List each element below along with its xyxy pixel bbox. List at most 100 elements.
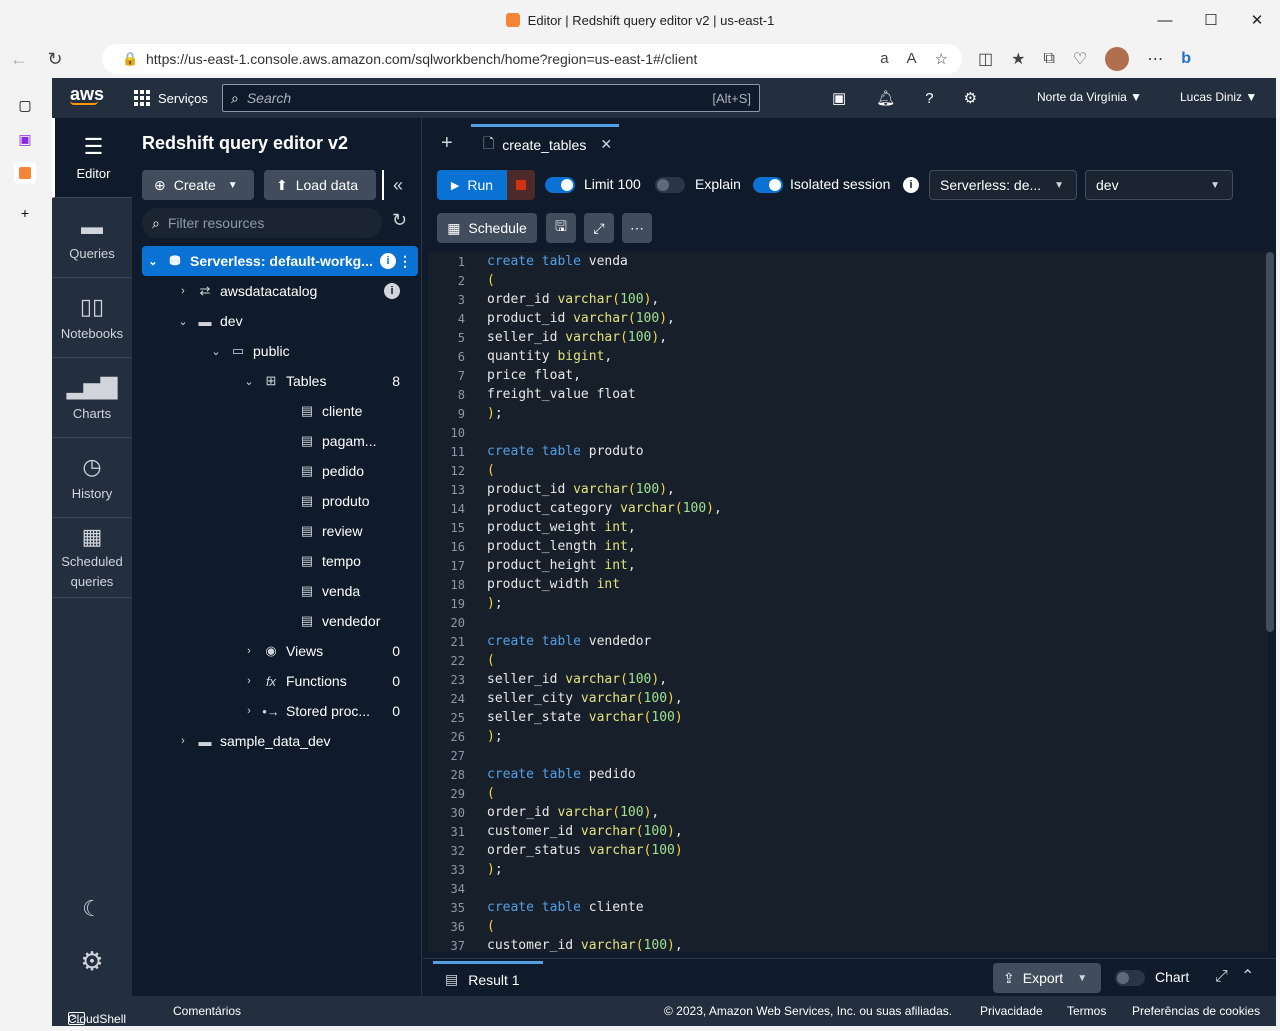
stop-button[interactable] bbox=[507, 170, 535, 200]
collections-icon[interactable]: ⧉ bbox=[1043, 50, 1054, 68]
editor-scrollbar[interactable] bbox=[1266, 252, 1274, 632]
nav-history[interactable]: ◷ History bbox=[52, 438, 132, 518]
explain-toggle[interactable] bbox=[655, 177, 685, 193]
filter-resources-input[interactable]: ⌕ Filter resources bbox=[142, 208, 382, 238]
comments-link[interactable]: Comentários bbox=[173, 1004, 241, 1018]
extensions-icon[interactable]: ♡ bbox=[1073, 49, 1087, 69]
cookie-preferences-link[interactable]: Preferências de cookies bbox=[1132, 1004, 1260, 1018]
table-item[interactable]: ▤ review bbox=[142, 516, 418, 546]
reload-icon[interactable]: ↻ bbox=[36, 49, 74, 70]
tree-item-public[interactable]: ⌄ ▭ public bbox=[142, 336, 418, 366]
translate-icon[interactable]: a bbox=[880, 50, 888, 68]
browser-sidebar: ▢ ▣ + bbox=[0, 78, 52, 1031]
nav-queries[interactable]: ▬ Queries bbox=[52, 198, 132, 278]
settings-gear-icon[interactable]: ⚙ bbox=[52, 946, 132, 977]
tree-item-functions[interactable]: › fx Functions 0 bbox=[142, 666, 418, 696]
favorite-icon[interactable]: ☆ bbox=[935, 50, 948, 68]
aws-topnav: aws Serviços ⌕ Search [Alt+S] ▣ 🔔︎ ? ⚙ N… bbox=[52, 78, 1276, 118]
chevron-down-icon: ▼ bbox=[227, 179, 238, 191]
profile-avatar[interactable] bbox=[1105, 47, 1130, 71]
clock-icon: ◷ bbox=[82, 454, 102, 479]
save-button[interactable]: 🖫 bbox=[546, 213, 576, 243]
create-button[interactable]: ⊕ Create ▼ bbox=[142, 170, 254, 200]
code-line: 11 create table produto bbox=[450, 444, 644, 459]
info-icon[interactable]: i bbox=[903, 177, 919, 193]
fullscreen-button[interactable]: ⤢ bbox=[584, 213, 614, 243]
tree-item-sample-data-dev[interactable]: › ▬ sample_data_dev bbox=[142, 726, 418, 756]
nav-charts[interactable]: ▂▅▇ Charts bbox=[52, 358, 132, 438]
nav-notebooks[interactable]: ▯▯ Notebooks bbox=[52, 278, 132, 358]
export-button[interactable]: ⇪ Export ▼ bbox=[993, 963, 1101, 993]
new-tab-icon[interactable]: + bbox=[14, 202, 36, 224]
cloudshell-icon[interactable]: ▣ bbox=[832, 89, 846, 107]
info-icon[interactable]: i bbox=[380, 253, 396, 269]
grid-icon bbox=[134, 90, 150, 106]
url-text: https://us-east-1.console.aws.amazon.com… bbox=[146, 51, 698, 67]
terms-link[interactable]: Termos bbox=[1067, 1004, 1106, 1018]
table-item[interactable]: ▤ vendedor bbox=[142, 606, 418, 636]
nav-scheduled-queries[interactable]: ▦ Scheduled queries bbox=[52, 518, 132, 598]
info-icon[interactable]: i bbox=[384, 283, 400, 299]
app-icon[interactable]: ▣ bbox=[14, 128, 36, 150]
tree-item-stored-procedures[interactable]: › •→ Stored proc... 0 bbox=[142, 696, 418, 726]
code-line: 23 seller_id varchar(100), bbox=[450, 672, 668, 687]
schedule-button[interactable]: ▦ Schedule bbox=[437, 213, 537, 243]
close-window-icon[interactable]: ✕ bbox=[1234, 0, 1280, 40]
table-item[interactable]: ▤ tempo bbox=[142, 546, 418, 576]
search-input[interactable]: ⌕ Search [Alt+S] bbox=[222, 84, 760, 112]
region-selector[interactable]: Norte da Virgínia ▼ bbox=[1037, 90, 1142, 104]
load-data-button[interactable]: ⬆ Load data bbox=[264, 170, 376, 200]
tree-item-tables[interactable]: ⌄ ⊞ Tables 8 bbox=[142, 366, 418, 396]
limit-toggle[interactable] bbox=[545, 177, 575, 193]
refresh-icon[interactable]: ↻ bbox=[392, 210, 407, 231]
maximize-icon[interactable]: ☐ bbox=[1188, 0, 1234, 40]
tree-item-serverless[interactable]: ⌄ ⛃ Serverless: default-workg... i ⋮ bbox=[142, 246, 418, 276]
isolated-session-toggle[interactable] bbox=[753, 177, 783, 193]
chart-toggle[interactable] bbox=[1115, 970, 1145, 986]
tree-item-dev[interactable]: ⌄ ▬ dev bbox=[142, 306, 418, 336]
minimize-icon[interactable]: — bbox=[1142, 0, 1188, 40]
tabs-icon[interactable]: ▢ bbox=[14, 94, 36, 116]
more-actions-button[interactable]: ⋯ bbox=[622, 213, 652, 243]
table-item[interactable]: ▤ produto bbox=[142, 486, 418, 516]
table-item[interactable]: ▤ pagam... bbox=[142, 426, 418, 456]
nav-editor[interactable]: ☰ Editor bbox=[52, 118, 132, 198]
tree-item-views[interactable]: › ◉ Views 0 bbox=[142, 636, 418, 666]
privacy-link[interactable]: Privacidade bbox=[980, 1004, 1043, 1018]
sql-code-editor[interactable]: 1 create table venda 2( 3 order_id varchar… bbox=[428, 252, 1268, 952]
tab-create-tables[interactable]: 🗋 create_tables ✕ bbox=[471, 124, 619, 162]
workgroup-select[interactable]: Serverless: de... ▼ bbox=[929, 170, 1077, 200]
user-menu[interactable]: Lucas Diniz ▼ bbox=[1180, 90, 1257, 104]
close-tab-icon[interactable]: ✕ bbox=[600, 136, 612, 153]
read-aloud-icon[interactable]: A bbox=[907, 50, 917, 68]
code-line: 24 seller_city varchar(100), bbox=[450, 691, 683, 706]
run-button[interactable]: ▶ Run bbox=[437, 170, 507, 200]
table-item[interactable]: ▤ pedido bbox=[142, 456, 418, 486]
services-menu[interactable]: Serviços bbox=[134, 78, 208, 118]
collapse-panel-icon[interactable]: « bbox=[382, 170, 412, 200]
split-screen-icon[interactable]: ◫ bbox=[978, 49, 993, 69]
table-item[interactable]: ▤ venda bbox=[142, 576, 418, 606]
back-icon[interactable]: ← bbox=[0, 49, 38, 70]
collapse-up-icon[interactable]: ⌃ bbox=[1241, 966, 1254, 986]
kebab-menu-icon[interactable]: ⋮ bbox=[398, 253, 412, 270]
tree-item-awsdatacatalog[interactable]: › ⇄ awsdatacatalog i bbox=[142, 276, 418, 306]
table-item[interactable]: ▤ cliente bbox=[142, 396, 418, 426]
notifications-icon[interactable]: 🔔︎ bbox=[876, 89, 895, 107]
new-tab-plus-icon[interactable]: + bbox=[441, 132, 453, 155]
expand-results-icon[interactable]: ⤢ bbox=[1215, 968, 1228, 986]
book-icon: ▯▯ bbox=[79, 294, 105, 319]
aws-logo[interactable]: aws bbox=[70, 84, 104, 105]
help-icon[interactable]: ? bbox=[925, 90, 933, 107]
code-line: 17 product_height int, bbox=[450, 558, 636, 573]
more-icon[interactable]: ⋯ bbox=[1147, 49, 1163, 69]
favorites-icon[interactable]: ★ bbox=[1011, 49, 1025, 69]
bing-icon[interactable]: b bbox=[1181, 50, 1191, 68]
database-select[interactable]: dev ▼ bbox=[1085, 170, 1233, 200]
address-bar[interactable]: 🔒 https://us-east-1.console.aws.amazon.c… bbox=[102, 44, 962, 74]
settings-icon[interactable]: ⚙ bbox=[964, 89, 977, 107]
tab-result-1[interactable]: ▤ Result 1 bbox=[433, 961, 543, 995]
dark-mode-icon[interactable]: ☾ bbox=[52, 896, 132, 922]
code-line: 29( bbox=[450, 786, 495, 801]
active-tab-icon[interactable] bbox=[14, 162, 36, 184]
